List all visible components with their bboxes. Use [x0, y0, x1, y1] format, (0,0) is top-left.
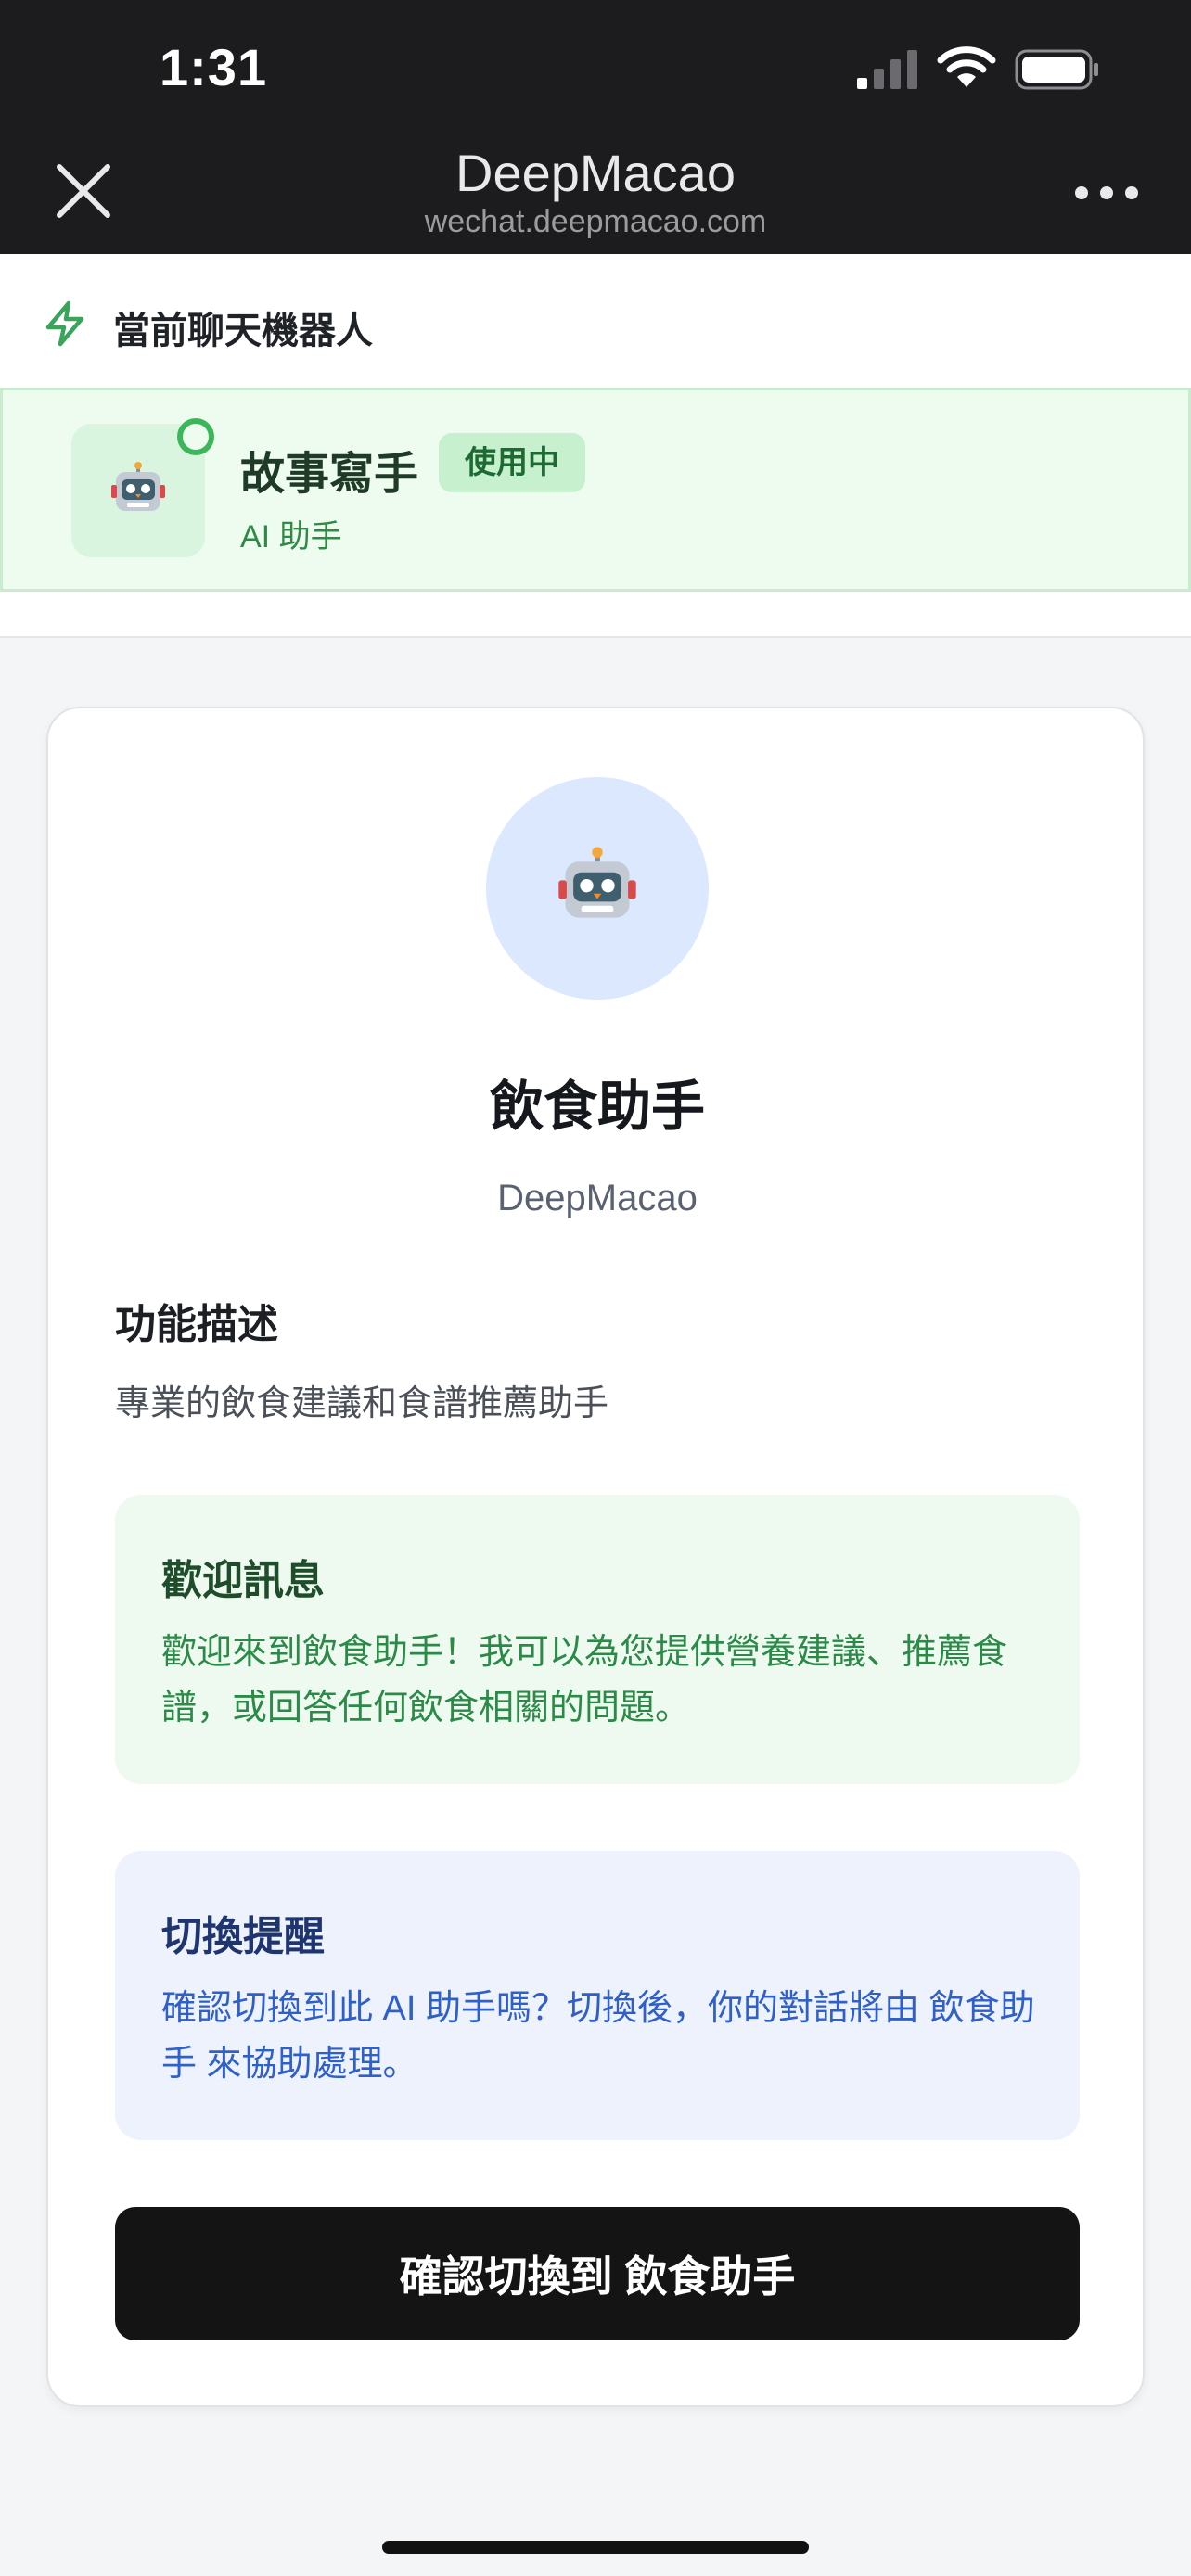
- home-indicator[interactable]: [382, 2541, 809, 2554]
- wifi-icon: [937, 46, 996, 87]
- bolt-icon: [45, 300, 84, 347]
- current-bot-name: 故事寫手: [240, 450, 419, 499]
- robot-icon: [111, 462, 165, 511]
- bot-avatar: [486, 777, 709, 1000]
- switch-reminder-box: 切換提醒 確認切換到此 AI 助手嗎？切換後，你的對話將由 飲食助手 來協助處理…: [115, 1851, 1080, 2140]
- switch-reminder-text: 確認切換到此 AI 助手嗎？切換後，你的對話將由 飲食助手 來協助處理。: [161, 1989, 1035, 2084]
- bot-name: 飲食助手: [489, 1077, 705, 1137]
- confirm-switch-button[interactable]: 確認切換到 飲食助手: [115, 2207, 1080, 2340]
- current-bot-role: AI 助手: [240, 519, 342, 555]
- nav-subtitle: wechat.deepmacao.com: [424, 204, 767, 239]
- nav-title: DeepMacao: [455, 144, 736, 202]
- status-bar: 1:31: [0, 0, 1191, 137]
- current-bot-label: 當前聊天機器人: [113, 311, 373, 351]
- battery-icon: [1015, 49, 1098, 90]
- bot-detail-card: 飲食助手 DeepMacao 功能描述 專業的飲食建議和食譜推薦助手 歡迎訊息 …: [46, 707, 1145, 2407]
- bot-provider: DeepMacao: [497, 1178, 698, 1218]
- welcome-title: 歡迎訊息: [161, 1558, 325, 1603]
- status-badge: 使用中: [439, 433, 585, 492]
- current-bot-card[interactable]: 故事寫手 使用中 AI 助手: [0, 388, 1191, 592]
- welcome-text: 歡迎來到飲食助手！我可以為您提供營養建議、推薦食譜，或回答任何飲食相關的問題。: [161, 1633, 1008, 1728]
- welcome-message-box: 歡迎訊息 歡迎來到飲食助手！我可以為您提供營養建議、推薦食譜，或回答任何飲食相關…: [115, 1495, 1080, 1784]
- description-text: 專業的飲食建議和食譜推薦助手: [115, 1384, 609, 1423]
- current-bot-section: 當前聊天機器人 故事寫手 使用中 AI 助手: [0, 254, 1191, 638]
- switch-reminder-title: 切換提醒: [161, 1914, 325, 1959]
- signal-icon: [857, 50, 917, 89]
- online-status-dot: [177, 418, 214, 455]
- robot-icon: [558, 847, 636, 918]
- nav-bar: DeepMacao wechat.deepmacao.com: [0, 137, 1191, 254]
- more-icon[interactable]: [1074, 184, 1139, 202]
- description-heading: 功能描述: [115, 1302, 278, 1347]
- status-time: 1:31: [160, 38, 268, 96]
